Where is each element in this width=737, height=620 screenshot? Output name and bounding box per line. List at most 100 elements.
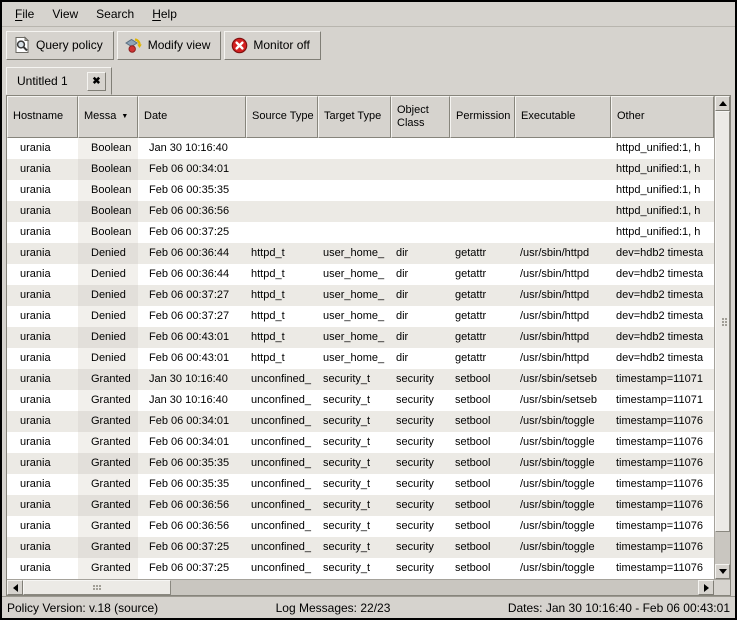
cell-other: httpd_unified:1, h (611, 180, 714, 201)
cell-permission: setbool (450, 474, 515, 495)
table-row[interactable]: uraniaGrantedFeb 06 00:34:01unconfined_s… (7, 432, 714, 453)
cell-object-class (391, 222, 450, 243)
column-header-object-class[interactable]: Object Class (391, 96, 450, 138)
cell-target-type: security_t (318, 474, 391, 495)
horizontal-scrollbar-thumb[interactable] (23, 580, 171, 595)
column-header-hostname[interactable]: Hostname (7, 96, 78, 138)
cell-object-class: dir (391, 348, 450, 369)
cell-messa: Granted (78, 516, 138, 537)
cell-other: timestamp=11076 (611, 537, 714, 558)
cell-date: Feb 06 00:35:35 (138, 474, 246, 495)
cell-hostname: urania (7, 537, 78, 558)
dates-status: Dates: Jan 30 10:16:40 - Feb 06 00:43:01 (508, 601, 730, 615)
menu-item-help[interactable]: Help (143, 4, 186, 24)
tab-close-button[interactable]: ✖ (87, 72, 106, 91)
scroll-left-button[interactable] (7, 580, 23, 595)
table-row[interactable]: uraniaBooleanFeb 06 00:36:56httpd_unifie… (7, 201, 714, 222)
table-row[interactable]: uraniaGrantedFeb 06 00:35:35unconfined_s… (7, 474, 714, 495)
cell-other: timestamp=11076 (611, 558, 714, 579)
vertical-scrollbar-thumb[interactable] (715, 111, 730, 532)
monitor-off-button[interactable]: Monitor off (224, 31, 320, 60)
query-policy-button[interactable]: Query policy (6, 31, 114, 60)
horizontal-scrollbar-trough[interactable] (23, 580, 698, 595)
table-row[interactable]: uraniaBooleanFeb 06 00:34:01httpd_unifie… (7, 159, 714, 180)
table-row[interactable]: uraniaDeniedFeb 06 00:37:27httpd_tuser_h… (7, 285, 714, 306)
cell-other: timestamp=11071 (611, 369, 714, 390)
scrollbar-corner (714, 580, 730, 595)
column-header-target-type[interactable]: Target Type (318, 96, 391, 138)
cell-target-type: user_home_ (318, 327, 391, 348)
cell-date: Jan 30 10:16:40 (138, 390, 246, 411)
column-header-permission[interactable]: Permission (450, 96, 515, 138)
table-row[interactable]: uraniaDeniedFeb 06 00:37:27httpd_tuser_h… (7, 306, 714, 327)
column-header-label: Executable (521, 110, 575, 123)
menu-item-file[interactable]: File (6, 4, 43, 24)
cell-messa: Boolean (78, 201, 138, 222)
table-row[interactable]: uraniaGrantedJan 30 10:16:40unconfined_s… (7, 390, 714, 411)
column-header-source-type[interactable]: Source Type (246, 96, 318, 138)
cell-other: httpd_unified:1, h (611, 159, 714, 180)
table-row[interactable]: uraniaDeniedFeb 06 00:36:44httpd_tuser_h… (7, 264, 714, 285)
scroll-up-button[interactable] (715, 96, 730, 111)
table-row[interactable]: uraniaBooleanJan 30 10:16:40httpd_unifie… (7, 138, 714, 159)
status-bar: Policy Version: v.18 (source) Log Messag… (2, 596, 735, 618)
column-header-messa[interactable]: Messa▼ (78, 96, 138, 138)
cell-date: Feb 06 00:43:01 (138, 327, 246, 348)
cell-date: Feb 06 00:35:35 (138, 180, 246, 201)
table-row[interactable]: uraniaDeniedFeb 06 00:43:01httpd_tuser_h… (7, 327, 714, 348)
menu-item-view[interactable]: View (43, 4, 87, 24)
table-row[interactable]: uraniaBooleanFeb 06 00:37:25httpd_unifie… (7, 222, 714, 243)
tab-untitled-1[interactable]: Untitled 1 ✖ (6, 67, 112, 95)
cell-target-type: user_home_ (318, 348, 391, 369)
column-header-other[interactable]: Other (611, 96, 714, 138)
cell-hostname: urania (7, 474, 78, 495)
cell-object-class: dir (391, 285, 450, 306)
cell-messa: Boolean (78, 222, 138, 243)
modify-view-button[interactable]: Modify view (117, 31, 222, 60)
cell-messa: Granted (78, 390, 138, 411)
column-header-executable[interactable]: Executable (515, 96, 611, 138)
cell-messa: Granted (78, 474, 138, 495)
cell-target-type (318, 159, 391, 180)
cell-date: Feb 06 00:36:44 (138, 264, 246, 285)
scroll-right-button[interactable] (698, 580, 714, 595)
table-row[interactable]: uraniaBooleanFeb 06 00:35:35httpd_unifie… (7, 180, 714, 201)
cell-other: timestamp=11076 (611, 495, 714, 516)
cell-executable: /usr/sbin/httpd (515, 327, 611, 348)
menu-bar: FileViewSearchHelp (2, 2, 735, 27)
cell-target-type: security_t (318, 537, 391, 558)
table-row[interactable]: uraniaGrantedFeb 06 00:36:56unconfined_s… (7, 495, 714, 516)
table-row[interactable]: uraniaGrantedJan 30 10:16:40unconfined_s… (7, 369, 714, 390)
cell-date: Feb 06 00:34:01 (138, 432, 246, 453)
column-header-label: Object Class (397, 104, 446, 130)
table-row[interactable]: uraniaDeniedFeb 06 00:36:44httpd_tuser_h… (7, 243, 714, 264)
cell-executable (515, 159, 611, 180)
column-header-label: Other (617, 110, 645, 123)
cell-object-class: security (391, 537, 450, 558)
table-row[interactable]: uraniaGrantedFeb 06 00:37:25unconfined_s… (7, 537, 714, 558)
cell-source-type: httpd_t (246, 327, 318, 348)
table-row[interactable]: uraniaGrantedFeb 06 00:36:56unconfined_s… (7, 516, 714, 537)
cell-other: dev=hdb2 timesta (611, 327, 714, 348)
cell-other: timestamp=11076 (611, 474, 714, 495)
table-header: HostnameMessa▼DateSource TypeTarget Type… (7, 96, 714, 138)
vertical-scrollbar[interactable] (714, 96, 730, 579)
cell-executable: /usr/sbin/toggle (515, 495, 611, 516)
cell-messa: Denied (78, 285, 138, 306)
scroll-down-button[interactable] (715, 564, 730, 579)
table-row[interactable]: uraniaGrantedFeb 06 00:35:35unconfined_s… (7, 453, 714, 474)
table-row[interactable]: uraniaGrantedFeb 06 00:37:25unconfined_s… (7, 558, 714, 579)
cell-source-type: unconfined_ (246, 411, 318, 432)
vertical-scrollbar-trough[interactable] (715, 111, 730, 564)
table-row[interactable]: uraniaDeniedFeb 06 00:43:01httpd_tuser_h… (7, 348, 714, 369)
column-header-date[interactable]: Date (138, 96, 246, 138)
tab-bar: Untitled 1 ✖ (2, 63, 735, 95)
cell-object-class (391, 180, 450, 201)
horizontal-scrollbar[interactable] (7, 580, 714, 595)
table-row[interactable]: uraniaGrantedFeb 06 00:34:01unconfined_s… (7, 411, 714, 432)
cell-target-type: user_home_ (318, 306, 391, 327)
menu-item-search[interactable]: Search (87, 4, 143, 24)
cell-other: dev=hdb2 timesta (611, 348, 714, 369)
cell-date: Feb 06 00:36:56 (138, 516, 246, 537)
cell-hostname: urania (7, 222, 78, 243)
